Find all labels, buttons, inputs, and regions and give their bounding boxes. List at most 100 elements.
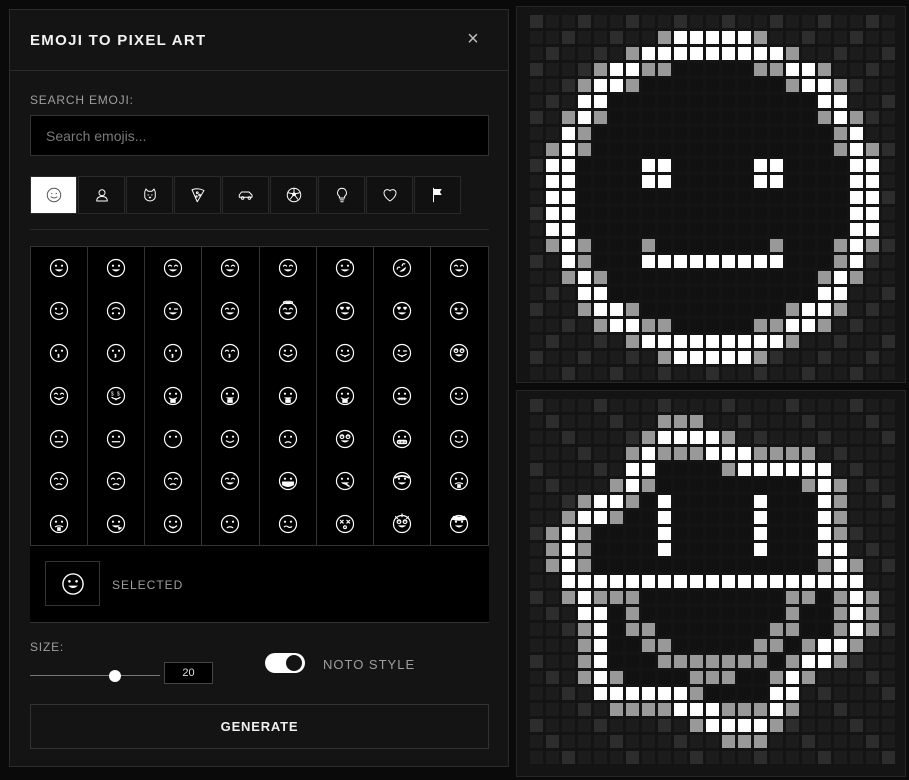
pixel-cell xyxy=(578,207,591,220)
emoji-cell-heart-eyes[interactable] xyxy=(374,289,431,333)
emoji-cell-kissing-face-closed-eyes[interactable] xyxy=(145,332,203,375)
noto-style-toggle[interactable] xyxy=(265,653,305,673)
emoji-cell-hugging-face[interactable] xyxy=(145,374,203,418)
category-tab-pizza[interactable] xyxy=(174,176,221,214)
emoji-cell-grinning-face-sweat[interactable] xyxy=(317,247,374,290)
pixel-cell xyxy=(642,255,655,268)
emoji-cell-sleepy-face[interactable] xyxy=(145,459,203,503)
emoji-cell-face-tears-of-joy[interactable] xyxy=(431,247,488,290)
emoji-cell-zipper-mouth-face[interactable] xyxy=(374,374,431,418)
emoji-cell-hot-face[interactable] xyxy=(145,502,203,545)
search-input[interactable] xyxy=(30,115,489,156)
pixel-cell xyxy=(850,127,863,140)
emoji-cell-grinning-face[interactable] xyxy=(31,247,89,290)
emoji-cell-expressionless-face[interactable] xyxy=(88,417,146,460)
pixel-cell xyxy=(530,159,543,172)
pixel-cell xyxy=(786,687,799,700)
emoji-cell-cowboy-hat-face[interactable] xyxy=(431,502,488,545)
emoji-cell-rolling-on-floor-laughing[interactable] xyxy=(374,247,431,290)
emoji-cell-woozy-face[interactable] xyxy=(260,502,317,545)
emoji-cell-smirking-face[interactable] xyxy=(202,417,260,460)
emoji-cell-exploding-head[interactable] xyxy=(374,502,431,545)
emoji-cell-grinning-face-smiling-eyes[interactable] xyxy=(145,247,203,290)
category-tab-car[interactable] xyxy=(222,176,269,214)
emoji-cell-winking-face-tongue[interactable] xyxy=(374,332,431,375)
emoji-cell-sleeping-face[interactable]: z xyxy=(202,459,260,503)
pixel-cell xyxy=(866,335,879,348)
pixel-cell xyxy=(546,287,559,300)
category-tab-flag[interactable] xyxy=(414,176,461,214)
emoji-cell-smiling-face-smiling-eyes[interactable] xyxy=(202,289,260,333)
pixel-cell xyxy=(722,319,735,332)
emoji-cell-relieved-face[interactable] xyxy=(31,459,89,503)
emoji-cell-face-tongue[interactable] xyxy=(317,332,374,375)
emoji-cell-face-without-mouth[interactable] xyxy=(145,417,203,460)
pixel-cell xyxy=(530,15,543,28)
pixel-cell xyxy=(674,31,687,44)
emoji-cell-squinting-face-tongue[interactable] xyxy=(31,374,89,418)
pixel-cell xyxy=(674,335,687,348)
emoji-cell-face-head-bandage[interactable] xyxy=(374,459,431,503)
emoji-cell-face-raised-eyebrow[interactable] xyxy=(431,375,488,418)
emoji-cell-zany-face[interactable] xyxy=(431,332,488,375)
emoji-cell-kissing-face[interactable] xyxy=(88,332,146,375)
category-tab-soccer-ball[interactable] xyxy=(270,176,317,214)
pixel-cell xyxy=(818,223,831,236)
emoji-cell-face-thermometer[interactable] xyxy=(317,459,374,503)
emoji-cell-face-rolling-eyes[interactable] xyxy=(317,417,374,460)
pixel-cell xyxy=(642,127,655,140)
emoji-cell-neutral-face[interactable] xyxy=(31,417,89,460)
category-tab-lightbulb[interactable] xyxy=(318,176,365,214)
category-tab-smiley[interactable] xyxy=(30,176,77,214)
emoji-cell-thinking-face[interactable] xyxy=(317,374,374,418)
pixel-cell xyxy=(642,511,655,524)
close-button[interactable]: × xyxy=(462,28,484,50)
pixel-cell xyxy=(594,591,607,604)
emoji-cell-smiling-face-halo[interactable] xyxy=(260,289,317,333)
category-tab-person[interactable] xyxy=(78,176,125,214)
emoji-cell-star-struck[interactable] xyxy=(431,290,488,333)
emoji-cell-smiling-face-hearts[interactable] xyxy=(317,289,374,333)
emoji-cell-grinning-squinting-face[interactable] xyxy=(260,247,317,290)
emoji-cell-face-savoring-food[interactable] xyxy=(260,332,317,375)
emoji-cell-face-medical-mask[interactable] xyxy=(260,459,317,503)
pixel-cell xyxy=(658,447,671,460)
pixel-cell xyxy=(738,703,751,716)
size-slider-thumb[interactable] xyxy=(108,670,121,682)
emoji-cell-face-hand-over-mouth[interactable] xyxy=(202,374,260,418)
emoji-cell-money-mouth-face[interactable]: $ $ xyxy=(88,374,146,418)
emoji-cell-cold-face[interactable] xyxy=(202,502,260,545)
size-value-input[interactable]: 20 xyxy=(164,662,213,684)
emoji-cell-shushing-face[interactable] xyxy=(260,374,317,418)
generate-button[interactable]: GENERATE xyxy=(30,704,489,749)
pixel-cell xyxy=(850,207,863,220)
pixel-cell xyxy=(818,207,831,220)
emoji-cell-upside-down-face[interactable] xyxy=(88,289,146,333)
emoji-cell-kissing-face-smiling-eyes[interactable] xyxy=(202,332,260,375)
category-tab-cat[interactable] xyxy=(126,176,173,214)
emoji-cell-sneezing-face[interactable] xyxy=(88,502,146,545)
emoji-cell-slightly-smiling-face[interactable] xyxy=(31,289,89,333)
pixel-cell xyxy=(706,719,719,732)
emoji-cell-pensive-face[interactable] xyxy=(88,459,146,503)
pixel-cell xyxy=(578,623,591,636)
size-label: SIZE: xyxy=(30,640,65,654)
emoji-cell-grimacing-face[interactable] xyxy=(374,417,431,460)
emoji-cell-dizzy-face[interactable] xyxy=(317,502,374,545)
emoji-cell-unamused-face[interactable] xyxy=(260,417,317,460)
emoji-cell-face-blowing-kiss[interactable] xyxy=(31,332,89,375)
emoji-cell-face-vomiting[interactable] xyxy=(31,502,89,545)
size-slider[interactable] xyxy=(30,667,160,685)
pixel-cell xyxy=(834,527,847,540)
emoji-cell-grinning-face-big-eyes[interactable] xyxy=(88,247,146,290)
category-tab-heart[interactable] xyxy=(366,176,413,214)
pixel-cell xyxy=(882,367,895,380)
pixel-cell xyxy=(866,191,879,204)
emoji-cell-nauseated-face[interactable] xyxy=(431,460,488,503)
pixel-cell xyxy=(706,31,719,44)
pixel-cell xyxy=(658,175,671,188)
emoji-cell-lying-face[interactable] xyxy=(431,417,488,460)
emoji-cell-beaming-face[interactable] xyxy=(202,247,260,290)
emoji-cell-winking-face[interactable] xyxy=(145,289,203,333)
pixel-cell xyxy=(674,447,687,460)
